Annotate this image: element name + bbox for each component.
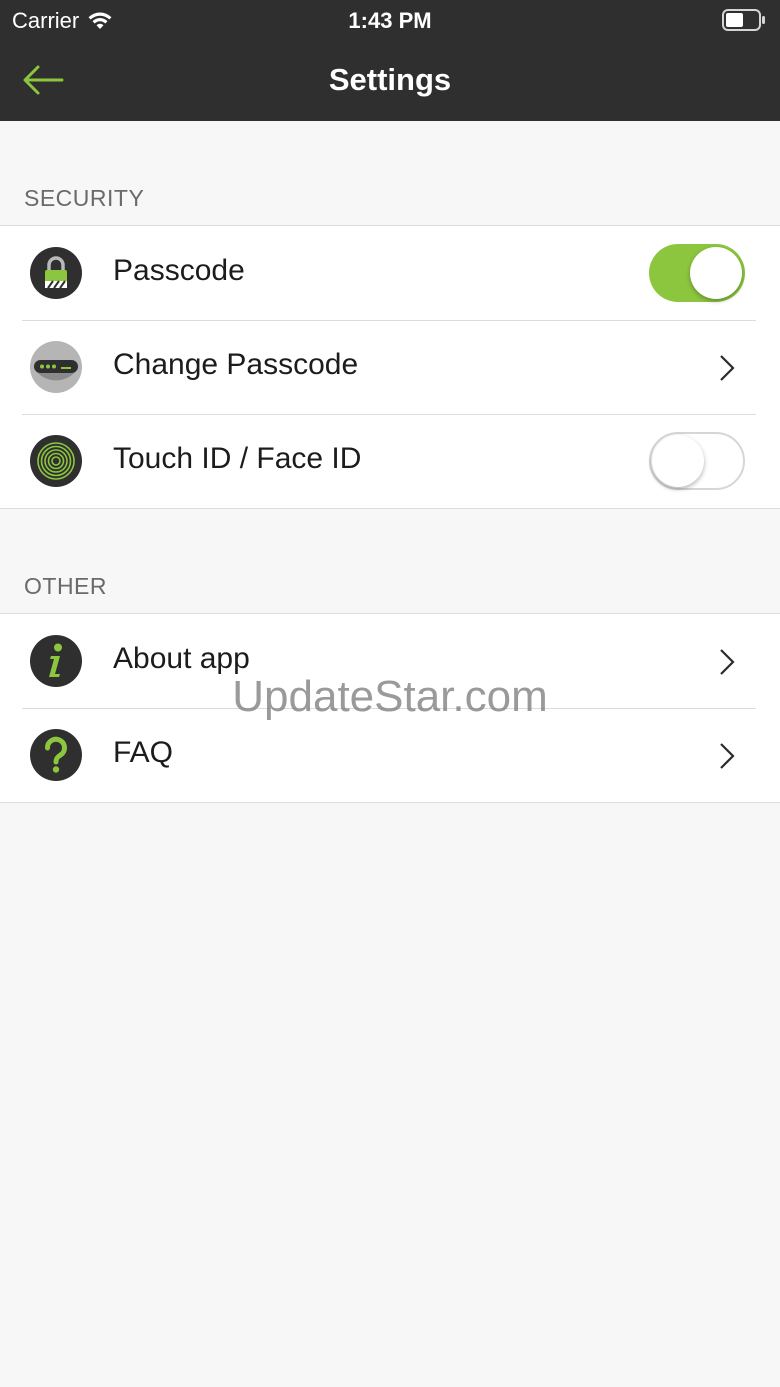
- page-title: Settings: [328, 62, 452, 97]
- passcode-label: Passcode: [113, 254, 245, 287]
- change-passcode-label: Change Passcode: [113, 348, 359, 381]
- info-icon: [30, 635, 82, 687]
- chevron-right-icon: [720, 743, 735, 769]
- about-app-row[interactable]: About app: [0, 614, 780, 708]
- battery-icon: [722, 9, 765, 31]
- question-icon: [30, 729, 82, 781]
- touch-id-toggle[interactable]: [649, 432, 745, 490]
- passcode-row: Passcode: [0, 226, 780, 320]
- lock-icon: [30, 247, 82, 299]
- touch-id-row: Touch ID / Face ID: [0, 414, 780, 508]
- nav-bar: Settings: [0, 40, 780, 121]
- touch-id-label: Touch ID / Face ID: [113, 442, 362, 475]
- security-group: Passcode Change Passcode Touch ID / Face…: [0, 225, 780, 509]
- chevron-right-icon: [720, 649, 735, 675]
- status-bar: Carrier 1:43 PM: [0, 0, 780, 40]
- passcode-field-icon: [30, 341, 82, 393]
- change-passcode-row[interactable]: Change Passcode: [0, 320, 780, 414]
- faq-label: FAQ: [113, 736, 174, 769]
- fingerprint-icon: [30, 435, 82, 487]
- faq-row[interactable]: FAQ: [0, 708, 780, 802]
- other-group: About app FAQ: [0, 613, 780, 803]
- section-header-other: OTHER: [24, 573, 107, 599]
- about-app-label: About app: [113, 642, 250, 675]
- passcode-toggle[interactable]: [649, 244, 745, 302]
- section-header-security: SECURITY: [24, 185, 145, 211]
- status-time: 1:43 PM: [348, 8, 432, 33]
- toggle-knob: [652, 435, 704, 487]
- chevron-right-icon: [720, 355, 735, 381]
- toggle-knob: [690, 247, 742, 299]
